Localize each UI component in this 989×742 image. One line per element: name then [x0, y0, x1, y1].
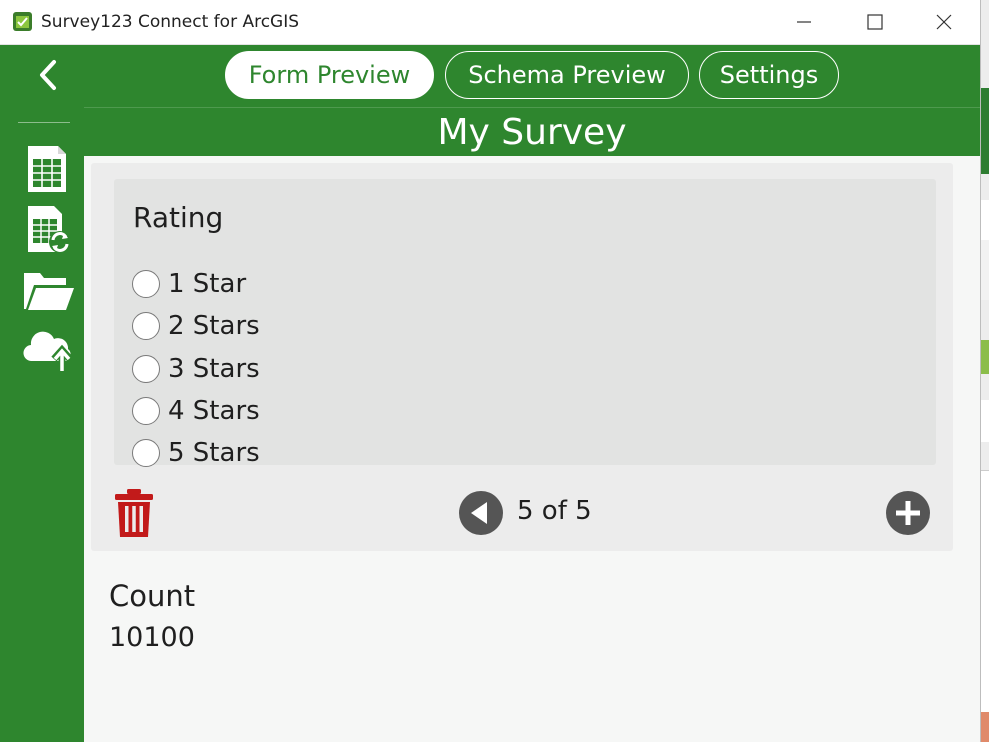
choice-4-stars[interactable]: 4 Stars [132, 393, 260, 429]
choice-label: 1 Star [168, 269, 247, 299]
choice-label: 3 Stars [168, 354, 260, 384]
radio-button[interactable] [132, 439, 160, 467]
minimize-icon[interactable] [790, 8, 818, 36]
choice-label: 4 Stars [168, 396, 260, 426]
back-arrow-icon[interactable] [34, 58, 62, 92]
tab-settings[interactable]: Settings [699, 51, 839, 99]
choice-5-stars[interactable]: 5 Stars [132, 435, 260, 471]
question-label: Rating [133, 201, 224, 234]
radio-button[interactable] [132, 355, 160, 383]
sidebar-divider [18, 122, 70, 123]
tab-form-preview[interactable]: Form Preview [225, 51, 434, 99]
window-title-bar: Survey123 Connect for ArcGIS [0, 0, 980, 45]
form-header: My Survey [84, 107, 980, 156]
count-label: Count [109, 579, 196, 613]
radio-button[interactable] [132, 312, 160, 340]
choice-1-star[interactable]: 1 Star [132, 266, 246, 302]
background-window-edge [980, 0, 989, 742]
previous-record-icon[interactable] [459, 491, 503, 535]
add-record-icon[interactable] [886, 491, 930, 535]
trash-icon[interactable] [113, 487, 155, 539]
radio-button[interactable] [132, 270, 160, 298]
choice-3-stars[interactable]: 3 Stars [132, 351, 260, 387]
spreadsheet-icon[interactable] [22, 142, 76, 196]
spreadsheet-refresh-icon[interactable] [22, 202, 76, 256]
survey123-app-icon [13, 12, 32, 31]
close-icon[interactable] [930, 8, 958, 36]
choice-label: 2 Stars [168, 311, 260, 341]
count-value: 10100 [109, 622, 195, 653]
radio-button[interactable] [132, 397, 160, 425]
form-title: My Survey [437, 111, 627, 153]
rating-question: Rating 1 Star 2 Stars 3 Stars 4 Stars 5 … [114, 179, 936, 468]
page-indicator: 5 of 5 [517, 496, 592, 526]
cloud-upload-icon[interactable] [22, 323, 76, 377]
folder-icon[interactable] [22, 263, 76, 317]
repeat-group: Rating 1 Star 2 Stars 3 Stars 4 Stars 5 … [91, 163, 953, 551]
form-content: Rating 1 Star 2 Stars 3 Stars 4 Stars 5 … [84, 156, 980, 742]
window-title: Survey123 Connect for ArcGIS [41, 12, 300, 32]
tab-schema-preview[interactable]: Schema Preview [445, 51, 689, 99]
choice-label: 5 Stars [168, 438, 260, 468]
maximize-icon[interactable] [861, 8, 889, 36]
choice-2-stars[interactable]: 2 Stars [132, 308, 260, 344]
